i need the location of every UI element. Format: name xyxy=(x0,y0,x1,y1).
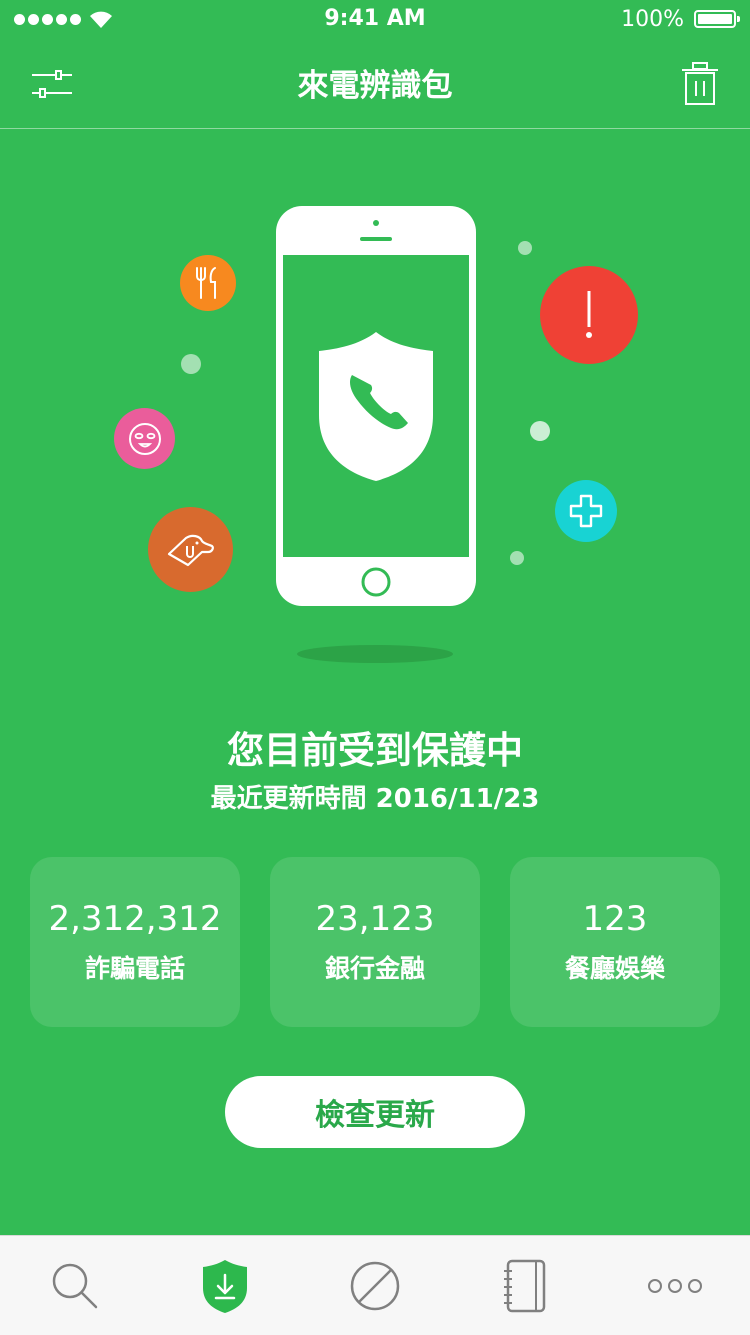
check-update-button[interactable]: 檢查更新 xyxy=(225,1076,525,1148)
stat-value: 123 xyxy=(582,899,648,939)
stat-label: 餐廳娛樂 xyxy=(564,954,665,983)
alert-icon xyxy=(586,291,592,338)
medical-cross-icon xyxy=(569,494,603,528)
restaurant-entertainment-card: 123 餐廳娛樂 xyxy=(510,857,720,1027)
notebook-icon xyxy=(504,1259,546,1312)
utensils-icon xyxy=(196,267,216,299)
medical-category-bubble xyxy=(555,480,617,542)
phone-shield-icon xyxy=(276,206,476,606)
pet-icon xyxy=(167,534,214,566)
pet-category-bubble xyxy=(148,507,233,592)
delete-button[interactable] xyxy=(680,60,720,108)
decorative-dot xyxy=(181,354,201,374)
phone-shadow xyxy=(297,645,453,663)
protection-status-title: 您目前受到保護中 xyxy=(227,729,523,772)
status-bar: 9:41 AM 100% xyxy=(0,0,750,40)
navigation-bar: 來電辨識包 xyxy=(0,40,750,129)
trash-icon xyxy=(682,62,718,105)
alert-category-bubble xyxy=(540,266,638,364)
face-mask-icon xyxy=(128,422,161,455)
search-icon xyxy=(52,1263,98,1308)
fraud-calls-card: 2,312,312 詐騙電話 xyxy=(30,857,240,1027)
tab-bar xyxy=(0,1235,750,1335)
protection-illustration xyxy=(0,129,750,689)
stat-value: 2,312,312 xyxy=(48,899,222,939)
bank-finance-card: 23,123 銀行金融 xyxy=(270,857,480,1027)
more-icon xyxy=(648,1278,702,1293)
stat-label: 銀行金融 xyxy=(324,954,425,983)
shield-download-icon xyxy=(203,1259,247,1313)
statistics-cards: 2,312,312 詐騙電話 23,123 銀行金融 123 餐廳娛樂 xyxy=(30,857,720,1027)
restaurant-category-bubble xyxy=(180,255,236,311)
page-title: 來電辨識包 xyxy=(297,68,453,104)
tab-contacts[interactable] xyxy=(450,1236,600,1335)
battery-percentage: 100% xyxy=(621,7,684,32)
tab-block[interactable] xyxy=(300,1236,450,1335)
decorative-dot xyxy=(510,551,524,565)
stat-label: 詐騙電話 xyxy=(84,954,185,983)
stat-value: 23,123 xyxy=(315,899,435,939)
last-update-time: 最近更新時間 2016/11/23 xyxy=(210,784,540,814)
decorative-dot xyxy=(518,241,532,255)
tab-protection[interactable] xyxy=(150,1236,300,1335)
decorative-dot xyxy=(530,421,550,441)
block-icon xyxy=(350,1261,400,1310)
battery-icon xyxy=(694,10,740,28)
tab-search[interactable] xyxy=(0,1236,150,1335)
tab-more[interactable] xyxy=(600,1236,750,1335)
beauty-category-bubble xyxy=(114,408,175,469)
